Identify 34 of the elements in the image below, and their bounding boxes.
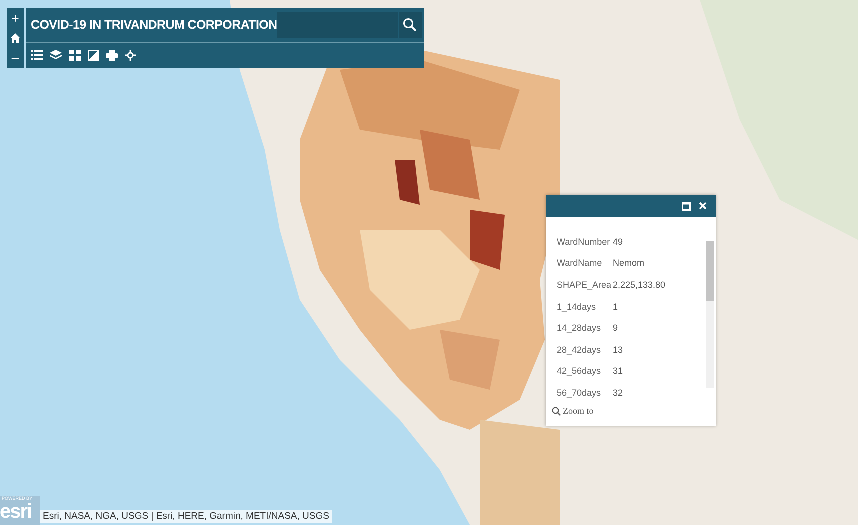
field-value: 13	[613, 344, 624, 355]
zoom-out-button[interactable]: –	[8, 49, 23, 66]
home-icon	[10, 32, 21, 44]
field-value: 1	[613, 302, 618, 312]
field-label: 42_56days	[557, 366, 602, 376]
field-value: 31	[613, 366, 624, 376]
field-label: 14_28days	[557, 323, 602, 334]
list-icon[interactable]	[31, 50, 43, 61]
field-value: 49	[613, 236, 624, 247]
field-label: WardName	[557, 258, 604, 268]
field-label: SHAPE_Area	[557, 280, 611, 290]
basemap-icon[interactable]	[88, 50, 99, 61]
zoom-icon	[552, 406, 561, 416]
print-icon[interactable]	[106, 50, 118, 61]
attribution-text: Esri, NASA, NGA, USGS | Esri, HERE, Garmin, METI/NASA, USGS	[40, 510, 332, 523]
field-value: 32	[613, 388, 624, 398]
search-icon	[403, 18, 418, 32]
app-title: COVID-19 IN TRIVANDRUM CORPORATION	[31, 18, 278, 32]
maximize-icon[interactable]	[682, 202, 691, 210]
layers-icon[interactable]	[50, 50, 62, 61]
field-label: WardNumber	[557, 236, 611, 247]
field-label: 1_14days	[557, 302, 598, 312]
field-value: 9	[613, 323, 618, 334]
search-button[interactable]	[398, 12, 422, 38]
close-icon[interactable]	[699, 202, 707, 210]
field-label: 28_42days	[557, 344, 602, 355]
zoom-to-link[interactable]: Zoom to	[546, 406, 594, 416]
zoom-in-button[interactable]: +	[8, 10, 23, 27]
scrollbar[interactable]	[706, 241, 714, 388]
grid-icon[interactable]	[69, 50, 81, 61]
field-label: 56_70days	[557, 388, 602, 398]
field-value: 2,225,133.80	[613, 280, 666, 290]
field-value: Nemom	[613, 258, 645, 268]
locate-icon[interactable]	[125, 50, 136, 61]
